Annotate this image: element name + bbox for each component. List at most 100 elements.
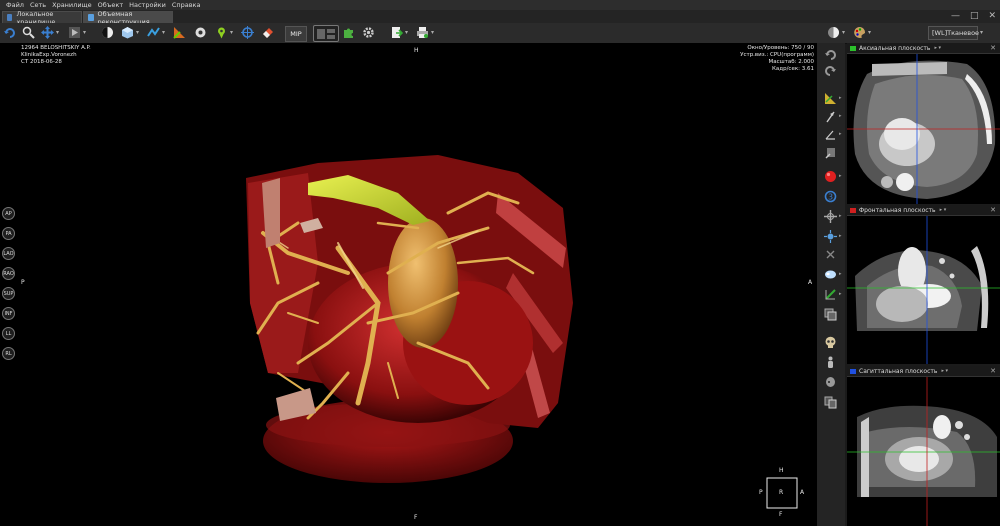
sagittal-plane-view[interactable] [847, 377, 1000, 526]
mip-button[interactable]: MIP [285, 26, 307, 42]
screen-layout-icon[interactable] [313, 25, 339, 42]
orient-ap-button[interactable]: AP [2, 207, 15, 220]
sagittal-close-icon[interactable]: ✕ [990, 367, 996, 375]
layout-dropdown-icon[interactable]: ▾ [842, 29, 845, 36]
play-icon[interactable] [67, 25, 82, 40]
angle-icon[interactable] [172, 25, 187, 40]
ruler-dropdown-icon[interactable]: ▸ [839, 95, 842, 101]
layers-dropdown-icon[interactable]: ▸ [839, 291, 842, 297]
rotate-left-icon[interactable] [822, 47, 839, 62]
coronal-pane-header[interactable]: Фронтальная плоскость ▸ ▾ ✕ [847, 205, 1000, 216]
clip-dropdown-icon[interactable]: ▸ [839, 271, 842, 277]
eraser-icon[interactable] [260, 25, 275, 40]
axial-plane-view[interactable] [847, 54, 1000, 204]
arrow-dropdown-icon[interactable]: ▸ [839, 113, 842, 119]
sagittal-pane-header[interactable]: Сагиттальная плоскость ▸ ▾ ✕ [847, 366, 1000, 377]
coronal-plane-view[interactable] [847, 216, 1000, 364]
print-icon[interactable] [415, 25, 430, 40]
navigate-icon[interactable] [146, 25, 161, 40]
select-region-icon[interactable] [822, 307, 839, 322]
window-controls: — □ ✕ [951, 11, 996, 21]
axial-menu-icon[interactable]: ▸ ▾ [934, 45, 941, 51]
palette-dropdown-icon[interactable]: ▾ [868, 29, 871, 36]
sphere-dropdown-icon[interactable]: ▸ [839, 173, 842, 179]
orient-sup-button[interactable]: SUP [2, 287, 15, 300]
axial-close-icon[interactable]: ✕ [990, 44, 996, 52]
orientation-sidebar: AP PA LAO RAO SUP INF LL RL [0, 43, 18, 526]
fit-icon[interactable]: 3 [822, 189, 839, 204]
orient-inf-button[interactable]: INF [2, 307, 15, 320]
sagittal-ct-slice [847, 377, 1000, 526]
coronal-menu-icon[interactable]: ▸ ▾ [940, 207, 947, 213]
puzzle-icon[interactable] [341, 25, 356, 40]
pin-dropdown-icon[interactable]: ▾ [230, 29, 233, 36]
menu-help[interactable]: Справка [172, 1, 201, 9]
angle-measure-icon[interactable] [822, 127, 839, 142]
angle-dropdown-icon[interactable]: ▸ [839, 131, 842, 137]
tab-local-storage[interactable]: Локальное хранилище [2, 10, 82, 26]
coronal-close-icon[interactable]: ✕ [990, 206, 996, 214]
orient-rao-button[interactable]: RAO [2, 267, 15, 280]
preset-dropdown-icon[interactable]: ▾ [980, 29, 983, 36]
contrast-icon[interactable] [100, 25, 115, 40]
target-icon[interactable] [240, 25, 255, 40]
cube-label-bottom: F [779, 511, 783, 518]
copy-icon[interactable] [822, 395, 839, 410]
light-dropdown-icon[interactable]: ▸ [839, 233, 842, 239]
sphere-icon[interactable] [822, 169, 839, 184]
tape-icon[interactable] [193, 25, 208, 40]
rotate-right-icon[interactable] [822, 63, 839, 78]
coronal-color-swatch [850, 207, 856, 213]
orient-pa-button[interactable]: PA [2, 227, 15, 240]
pin-icon[interactable] [214, 25, 229, 40]
menu-network[interactable]: Сеть [30, 1, 46, 9]
coronal-ct-slice [847, 216, 1000, 364]
clip-icon[interactable] [822, 267, 839, 282]
close-button[interactable]: ✕ [988, 11, 996, 21]
preset-select[interactable]: [WL]Тканевое [928, 26, 979, 40]
ruler-icon[interactable] [822, 91, 839, 106]
volume-render-viewport[interactable]: 12964 BELOSHITSKIY A.P. KlinikaExp.Voron… [18, 43, 817, 526]
crosshair-dropdown-icon[interactable]: ▸ [839, 213, 842, 219]
export-dropdown-icon[interactable]: ▾ [405, 29, 408, 36]
move-dropdown-icon[interactable]: ▾ [56, 29, 59, 36]
cube-icon[interactable] [120, 25, 135, 40]
axial-pane-title: Аксиальная плоскость [859, 44, 931, 52]
body-icon[interactable] [822, 355, 839, 370]
sagittal-menu-icon[interactable]: ▸ ▾ [941, 368, 948, 374]
arrow-icon[interactable] [822, 109, 839, 124]
play-dropdown-icon[interactable]: ▾ [83, 29, 86, 36]
undo-icon[interactable] [2, 25, 17, 40]
print-dropdown-icon[interactable]: ▾ [431, 29, 434, 36]
axial-pane-header[interactable]: Аксиальная плоскость ▸ ▾ ✕ [847, 43, 1000, 54]
gear-icon[interactable] [361, 25, 376, 40]
text-icon[interactable] [822, 145, 839, 160]
sagittal-color-swatch [850, 368, 856, 374]
layers-icon[interactable] [822, 287, 839, 302]
orient-ll-button[interactable]: LL [2, 327, 15, 340]
maximize-button[interactable]: □ [970, 11, 979, 21]
orient-rl-button[interactable]: RL [2, 347, 15, 360]
skull-icon[interactable] [822, 335, 839, 350]
menu-storage[interactable]: Хранилище [52, 1, 92, 9]
move-icon[interactable] [40, 25, 55, 40]
light-icon[interactable] [822, 229, 839, 244]
layout-sphere-icon[interactable] [826, 25, 841, 40]
minimize-button[interactable]: — [951, 11, 960, 21]
orient-lao-button[interactable]: LAO [2, 247, 15, 260]
menu-settings[interactable]: Настройки [129, 1, 166, 9]
search-icon[interactable] [21, 25, 36, 40]
skull-bone-icon[interactable] [822, 375, 839, 390]
menu-object[interactable]: Объект [98, 1, 123, 9]
export-icon[interactable] [389, 25, 404, 40]
palette-icon[interactable] [852, 25, 867, 40]
cut-icon[interactable] [822, 247, 839, 262]
right-toolbar: ▸ ▸ ▸ ▸ 3 ▸ ▸ ▸ ▸ [817, 43, 845, 526]
axial-ct-slice [847, 54, 1000, 204]
crosshair-icon[interactable] [822, 209, 839, 224]
menu-file[interactable]: Файл [6, 1, 24, 9]
cube-dropdown-icon[interactable]: ▾ [136, 29, 139, 36]
tab-volume-reconstruction[interactable]: Объемная реконструкция [83, 10, 173, 26]
navigate-dropdown-icon[interactable]: ▾ [162, 29, 165, 36]
cube-label-right: A [800, 489, 805, 496]
